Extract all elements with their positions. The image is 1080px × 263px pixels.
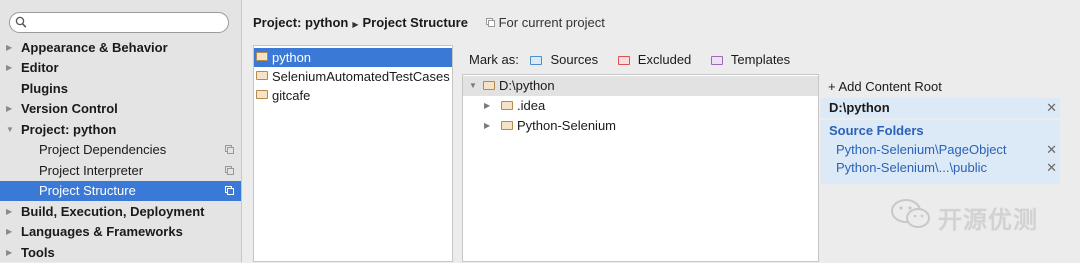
collapsed-arrow-icon[interactable]: ▶ bbox=[484, 96, 490, 116]
mark-as-label: Mark as: bbox=[469, 52, 519, 67]
copy-icon bbox=[225, 145, 234, 154]
mark-templates-label: Templates bbox=[730, 52, 791, 67]
collapsed-arrow-icon[interactable]: ▶ bbox=[6, 58, 12, 78]
folder-tree-item-label: .idea bbox=[517, 98, 546, 113]
sidebar-item[interactable]: Project Dependencies bbox=[0, 140, 241, 160]
folder-tree-root[interactable]: ▼ D:\python bbox=[463, 76, 818, 96]
breadcrumb-arrow-icon: ▶ bbox=[352, 20, 359, 29]
sidebar-item[interactable]: Project Interpreter bbox=[0, 161, 241, 181]
mark-sources-label: Sources bbox=[550, 52, 599, 67]
page-title: Project Structure bbox=[362, 15, 468, 30]
search-input[interactable] bbox=[9, 12, 229, 33]
expanded-arrow-icon[interactable]: ▼ bbox=[469, 76, 477, 96]
wechat-logo-icon bbox=[891, 199, 930, 228]
module-item-label: gitcafe bbox=[272, 88, 311, 103]
sidebar-item-label: Version Control bbox=[21, 101, 118, 116]
mark-excluded-button[interactable]: Excluded bbox=[617, 52, 699, 67]
copy-icon bbox=[485, 18, 495, 27]
sidebar-item[interactable]: ▶ Tools bbox=[0, 243, 241, 263]
remove-source-folder-icon[interactable]: ✕ bbox=[1046, 141, 1057, 159]
sidebar-item[interactable]: ▼ Project: python bbox=[0, 120, 241, 140]
module-item-label: python bbox=[272, 50, 312, 65]
sidebar-item-label: Appearance & Behavior bbox=[21, 40, 168, 55]
module-item[interactable]: gitcafe bbox=[254, 86, 452, 105]
source-folder-row[interactable]: Python-Selenium\...\public ✕ bbox=[821, 159, 1060, 177]
add-content-root-button[interactable]: + Add Content Root bbox=[828, 78, 942, 96]
content-root-path: D:\python bbox=[829, 100, 890, 115]
module-folder-icon bbox=[256, 52, 268, 61]
module-item[interactable]: python bbox=[254, 48, 452, 67]
settings-sidebar: ▶ Appearance & Behavior ▶ Editor Plugins ▶ Ver… bbox=[0, 0, 242, 262]
collapsed-arrow-icon[interactable]: ▶ bbox=[6, 222, 12, 242]
mark-excluded-label: Excluded bbox=[637, 52, 692, 67]
module-folder-icon bbox=[256, 71, 268, 80]
excluded-folder-icon bbox=[617, 56, 630, 65]
module-item-label: SeleniumAutomatedTestCases bbox=[272, 69, 450, 84]
source-folders-box: Source Folders Python-Selenium\PageObjec… bbox=[821, 120, 1060, 184]
sidebar-item-label: Project Interpreter bbox=[39, 163, 144, 178]
sidebar-item-label: Project Dependencies bbox=[39, 142, 167, 157]
mark-templates-button[interactable]: Templates bbox=[710, 52, 798, 67]
sidebar-item[interactable]: ▶ Languages & Frameworks bbox=[0, 222, 241, 242]
folder-icon bbox=[501, 121, 513, 130]
source-folder-path: Python-Selenium\...\public bbox=[836, 160, 988, 175]
folder-icon bbox=[501, 101, 513, 110]
sidebar-item-label: Project Structure bbox=[39, 183, 136, 198]
search-icon bbox=[15, 16, 27, 28]
sidebar-item-label: Project: python bbox=[21, 122, 117, 137]
module-item[interactable]: SeleniumAutomatedTestCases bbox=[254, 67, 452, 86]
folder-tree-item-python-selenium[interactable]: ▶ Python-Selenium bbox=[463, 116, 818, 136]
scope-hint: For current project bbox=[485, 15, 605, 30]
modules-list: python SeleniumAutomatedTestCases gitcafe bbox=[253, 45, 453, 262]
folder-tree-item-idea[interactable]: ▶ .idea bbox=[463, 96, 818, 116]
collapsed-arrow-icon[interactable]: ▶ bbox=[484, 116, 490, 136]
sidebar-item[interactable]: Plugins bbox=[0, 79, 241, 99]
mark-as-bar: Mark as: Sources Excluded Templates bbox=[469, 51, 806, 68]
folder-icon bbox=[483, 81, 495, 90]
folder-tree: ▼ D:\python ▶ .idea ▶ Python-Selenium bbox=[462, 74, 819, 262]
sidebar-item[interactable]: ▶ Appearance & Behavior bbox=[0, 38, 241, 58]
sidebar-item[interactable]: ▶ Build, Execution, Deployment bbox=[0, 202, 241, 222]
sidebar-item[interactable]: ▶ Editor bbox=[0, 58, 241, 78]
remove-content-root-icon[interactable]: ✕ bbox=[1046, 98, 1057, 118]
sidebar-item-label: Languages & Frameworks bbox=[21, 224, 183, 239]
templates-folder-icon bbox=[710, 56, 723, 65]
sidebar-item-label: Tools bbox=[21, 245, 55, 260]
sidebar-item-label: Plugins bbox=[21, 81, 68, 96]
sidebar-item[interactable]: Project Structure bbox=[0, 181, 241, 201]
collapsed-arrow-icon[interactable]: ▶ bbox=[6, 38, 12, 58]
remove-source-folder-icon[interactable]: ✕ bbox=[1046, 159, 1057, 177]
collapsed-arrow-icon[interactable]: ▶ bbox=[6, 202, 12, 222]
breadcrumb-project[interactable]: Project: python bbox=[253, 15, 348, 30]
sources-folder-icon bbox=[530, 56, 543, 65]
sidebar-item[interactable]: ▶ Version Control bbox=[0, 99, 241, 119]
collapsed-arrow-icon[interactable]: ▶ bbox=[6, 243, 12, 263]
mark-sources-button[interactable]: Sources bbox=[530, 52, 606, 67]
collapsed-arrow-icon[interactable]: ▶ bbox=[6, 99, 12, 119]
copy-icon bbox=[225, 166, 234, 175]
source-folder-path: Python-Selenium\PageObject bbox=[836, 142, 1007, 157]
breadcrumb: Project: python ▶ Project Structure For cu… bbox=[253, 14, 605, 32]
folder-tree-item-label: Python-Selenium bbox=[517, 118, 616, 133]
source-folders-title: Source Folders bbox=[829, 123, 924, 138]
sidebar-item-label: Build, Execution, Deployment bbox=[21, 204, 205, 219]
module-folder-icon bbox=[256, 90, 268, 99]
expanded-arrow-icon[interactable]: ▼ bbox=[6, 120, 14, 140]
scope-hint-text: For current project bbox=[498, 15, 605, 30]
watermark-text: 开源优测 bbox=[938, 207, 1038, 234]
sidebar-item-label: Editor bbox=[21, 60, 59, 75]
copy-icon bbox=[225, 186, 234, 195]
folder-tree-root-label: D:\python bbox=[499, 78, 555, 93]
source-folder-row[interactable]: Python-Selenium\PageObject ✕ bbox=[821, 141, 1060, 159]
content-root-header: D:\python ✕ bbox=[821, 98, 1060, 118]
